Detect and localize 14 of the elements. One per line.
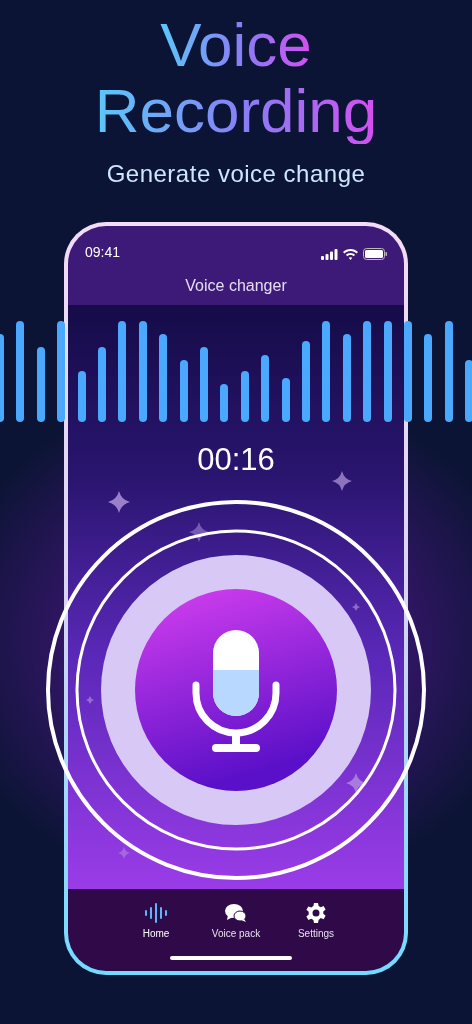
signal-icon bbox=[321, 248, 338, 260]
record-button[interactable] bbox=[135, 589, 337, 791]
battery-icon bbox=[363, 248, 388, 260]
settings-icon bbox=[306, 903, 326, 923]
screen-title: Voice changer bbox=[185, 276, 287, 295]
tab-item[interactable]: Home bbox=[116, 889, 196, 971]
tab-item[interactable]: Settings bbox=[276, 889, 356, 971]
chat-icon bbox=[225, 903, 247, 923]
waveform-icon bbox=[144, 903, 168, 923]
wifi-icon bbox=[343, 248, 358, 260]
microphone-icon bbox=[192, 630, 280, 752]
status-time: 09:41 bbox=[85, 244, 121, 260]
subtitle: Generate voice change bbox=[106, 160, 366, 188]
recording-timer: 00:16 bbox=[197, 442, 275, 478]
